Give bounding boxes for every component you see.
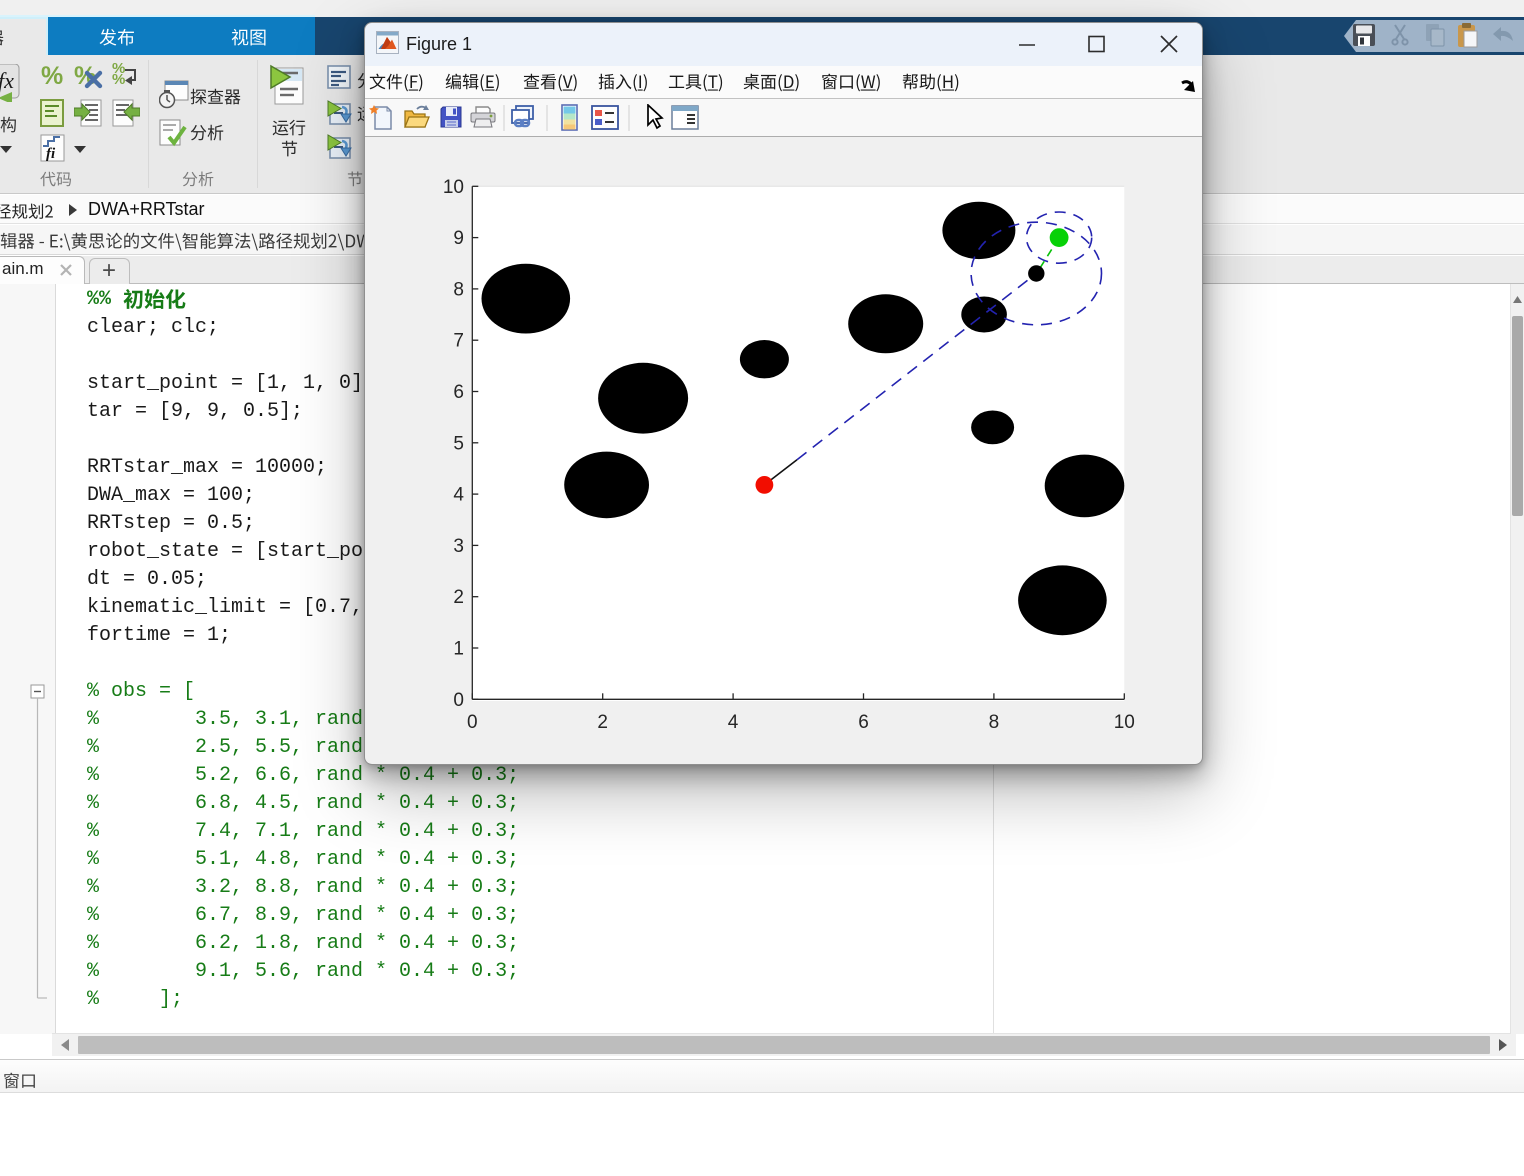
svg-text:1: 1 [453,639,464,660]
svg-text:0: 0 [453,690,464,711]
svg-text:6: 6 [858,712,869,733]
svg-text:3: 3 [453,536,464,557]
svg-text:5: 5 [453,433,464,454]
svg-text:8: 8 [989,712,1000,733]
svg-text:4: 4 [728,712,739,733]
svg-text:10: 10 [443,177,464,198]
svg-text:10: 10 [1114,712,1135,733]
svg-text:2: 2 [453,587,464,608]
svg-text:8: 8 [453,279,464,300]
svg-text:fi: fi [46,146,56,162]
svg-text:9: 9 [453,228,464,249]
svg-text:2: 2 [597,712,608,733]
svg-text:fx: fx [0,68,14,93]
svg-text:7: 7 [453,331,464,352]
svg-text:4: 4 [453,485,464,506]
svg-text:0: 0 [467,712,478,733]
svg-text:6: 6 [453,382,464,403]
